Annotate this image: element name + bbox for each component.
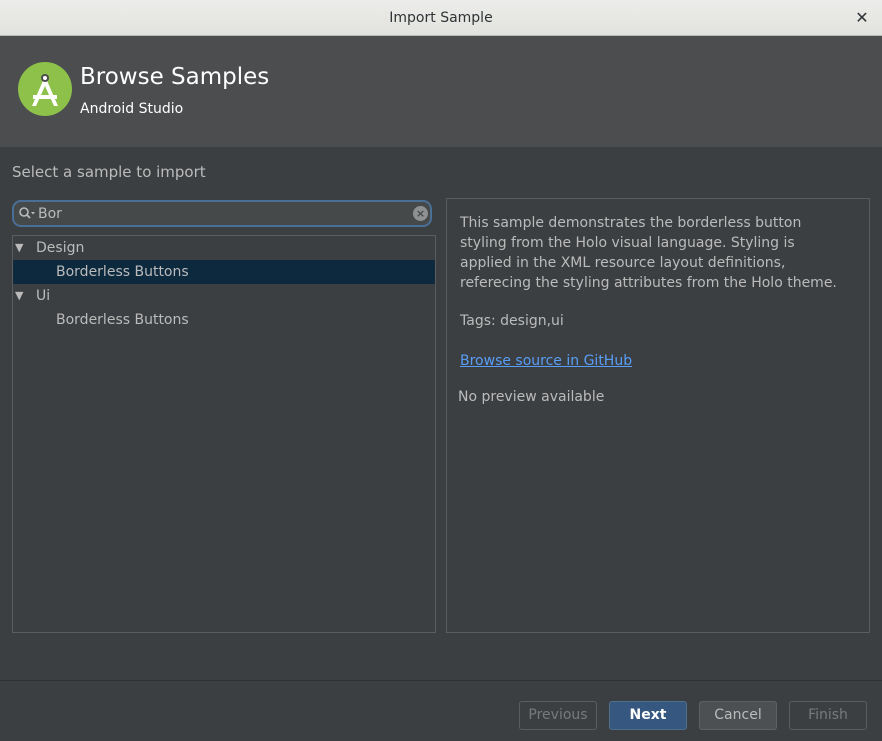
sample-description: This sample demonstrates the borderless … xyxy=(460,215,837,291)
page-subtitle: Android Studio xyxy=(80,101,184,117)
previous-button[interactable]: Previous xyxy=(519,701,597,730)
expand-arrow-icon[interactable]: ▼ xyxy=(15,284,29,308)
page-title: Browse Samples xyxy=(80,64,270,90)
preview-placeholder: No preview available xyxy=(458,389,605,405)
sample-tags: Tags: design,ui xyxy=(460,313,564,329)
tree-group-design[interactable]: ▼ Design xyxy=(13,236,435,260)
github-source-link[interactable]: Browse source in GitHub xyxy=(460,353,632,369)
search-icon[interactable] xyxy=(18,206,36,222)
section-label: Select a sample to import xyxy=(12,163,206,181)
finish-button[interactable]: Finish xyxy=(789,701,867,730)
search-field[interactable]: × xyxy=(12,200,432,227)
next-button[interactable]: Next xyxy=(609,701,687,730)
tree-group-ui[interactable]: ▼ Ui xyxy=(13,284,435,308)
sample-details-panel: This sample demonstrates the borderless … xyxy=(446,198,870,633)
close-icon[interactable]: ✕ xyxy=(852,8,872,28)
tree-item-label: Borderless Buttons xyxy=(56,312,189,328)
tree-item-borderless-buttons-ui[interactable]: Borderless Buttons xyxy=(13,308,435,332)
tree-group-label: Design xyxy=(36,240,85,256)
tree-item-borderless-buttons-design[interactable]: Borderless Buttons xyxy=(13,260,435,284)
clear-icon[interactable]: × xyxy=(413,206,428,221)
tree-group-label: Ui xyxy=(36,288,51,304)
footer-divider xyxy=(0,680,882,681)
window-title: Import Sample xyxy=(389,10,493,26)
cancel-button[interactable]: Cancel xyxy=(699,701,777,730)
tree-item-label: Borderless Buttons xyxy=(56,264,189,280)
search-input[interactable] xyxy=(36,204,400,223)
header-banner: Browse Samples Android Studio xyxy=(0,36,882,147)
expand-arrow-icon[interactable]: ▼ xyxy=(15,236,29,260)
sample-tree[interactable]: ▼ Design Borderless Buttons ▼ Ui Borderl… xyxy=(12,235,436,633)
title-bar: Import Sample ✕ xyxy=(0,0,882,36)
android-studio-icon xyxy=(18,62,72,116)
